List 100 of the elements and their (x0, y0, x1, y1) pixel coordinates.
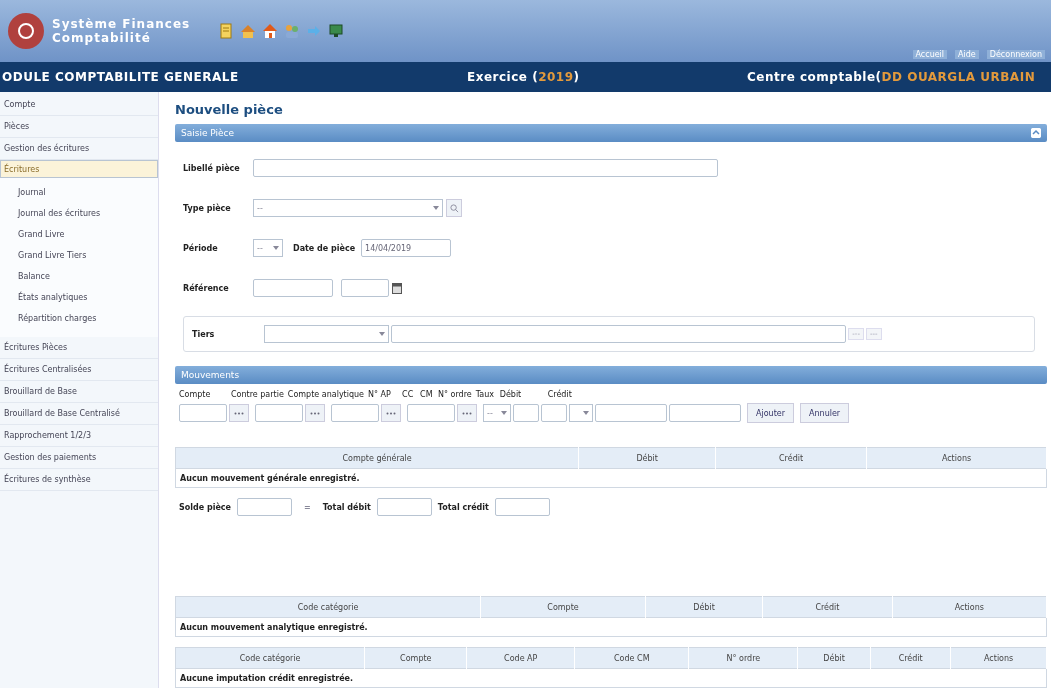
column-header: Compte (364, 647, 467, 669)
sidebar-subitem[interactable]: Balance (14, 266, 158, 287)
sidebar-item[interactable]: Gestion des paiements (0, 447, 158, 469)
field-label: Libellé pièce (183, 163, 241, 173)
credit-field[interactable] (669, 404, 741, 422)
sidebar-subitem[interactable]: États analytiques (14, 287, 158, 308)
dropdown[interactable] (569, 404, 593, 422)
text-field[interactable] (341, 279, 389, 297)
sidebar-item[interactable]: Écritures (0, 160, 158, 178)
page-title: Nouvelle pièce (175, 102, 284, 117)
column-label: Compte analytique (287, 390, 365, 399)
dropdown[interactable]: -- (253, 239, 283, 257)
column-header: Compte (480, 596, 646, 618)
panel-title: Mouvements (181, 370, 240, 380)
caret-icon (583, 411, 589, 415)
text-field[interactable] (253, 159, 718, 177)
column-label: CM (420, 390, 434, 399)
action-button[interactable]: Annuler (800, 403, 850, 423)
column-label: Taux (475, 390, 495, 399)
house-icon[interactable] (240, 23, 257, 39)
column-header: Actions (866, 447, 1047, 469)
column-header: Code catégorie (175, 647, 365, 669)
logo-icon (8, 13, 44, 49)
dropdown[interactable] (264, 325, 390, 343)
ellipsis-icon (310, 411, 320, 415)
field-label: Total crédit (437, 502, 489, 512)
browse-button[interactable] (457, 404, 477, 422)
column-header: Code catégorie (175, 596, 481, 618)
account-field[interactable] (255, 404, 303, 422)
account-field[interactable] (407, 404, 455, 422)
ellipsis-icon (386, 411, 396, 415)
sidebar-item[interactable]: Compte (0, 94, 158, 116)
equals-sign: = (304, 502, 311, 512)
exercise-label: Exercice (2019) (467, 70, 581, 84)
calendar-icon[interactable] (392, 282, 402, 294)
app-title: Système Finances (52, 17, 191, 31)
empty-message: Aucun mouvement générale enregistré. (175, 468, 1047, 488)
empty-message: Aucune imputation crédit enregistrée. (175, 668, 1047, 688)
sidebar-subitem[interactable]: Journal (14, 182, 158, 203)
column-header: Crédit (715, 447, 867, 469)
caret-icon (379, 332, 386, 336)
text-field[interactable] (253, 279, 333, 297)
total-field[interactable] (237, 498, 292, 516)
sidebar-subitem[interactable]: Journal des écritures (14, 203, 158, 224)
monitor-icon[interactable] (328, 23, 345, 39)
column-header: Crédit (762, 596, 893, 618)
column-label: N° ordre (438, 390, 472, 399)
module-title: ODULE COMPTABILITE GENERALE (1, 70, 240, 84)
column-label: N° AP (368, 390, 392, 399)
sidebar-subitem[interactable]: Répartition charges (14, 308, 158, 329)
total-field[interactable] (494, 498, 550, 516)
collapse-icon[interactable] (1031, 128, 1041, 138)
sidebar-item[interactable]: Écritures de synthèse (0, 469, 158, 491)
sidebar-subitem[interactable]: Grand Livre Tiers (14, 245, 158, 266)
field-label: Date de pièce (293, 243, 356, 253)
column-header: Actions (950, 647, 1047, 669)
caret-icon (273, 246, 279, 250)
centre-label: Centre comptable(DD OUARGLA URBAIN (747, 70, 1036, 84)
column-header: N° ordre (688, 647, 798, 669)
action-button[interactable]: Ajouter (747, 403, 794, 423)
browse-button[interactable] (381, 404, 401, 422)
debit-field[interactable] (595, 404, 667, 422)
account-field[interactable] (331, 404, 379, 422)
total-field[interactable] (376, 498, 432, 516)
home-icon[interactable] (262, 23, 279, 39)
search-icon (449, 203, 459, 213)
sidebar-item[interactable]: Écritures Pièces (0, 337, 158, 359)
dropdown[interactable]: -- (483, 404, 511, 422)
document-icon[interactable] (218, 23, 235, 39)
field-label: Total débit (322, 502, 371, 512)
sidebar-item[interactable]: Brouillard de Base Centralisé (0, 403, 158, 425)
browse-button[interactable] (305, 404, 325, 422)
sidebar-subitem[interactable]: Grand Livre (14, 224, 158, 245)
dropdown[interactable]: -- (253, 199, 443, 217)
sidebar-item[interactable]: Pièces (0, 116, 158, 138)
field-label: Solde pièce (179, 502, 231, 512)
ellipsis-icon (462, 411, 472, 415)
field-label: Tiers (192, 329, 215, 339)
column-label: Compte (179, 390, 212, 399)
panel-title: Saisie Pièce (181, 128, 235, 138)
sidebar-item[interactable]: Brouillard de Base (0, 381, 158, 403)
search-button[interactable] (446, 199, 462, 217)
column-label: Contre partie (231, 390, 284, 399)
field-label: Période (183, 243, 219, 253)
text-field[interactable] (391, 325, 847, 343)
sidebar-item[interactable]: Rapprochement 1/2/3 (0, 425, 158, 447)
app-subtitle: Comptabilité (52, 31, 152, 45)
empty-message: Aucun mouvement analytique enregistré. (175, 617, 1047, 637)
column-header: Code AP (466, 647, 575, 669)
browse-button[interactable] (229, 404, 249, 422)
sidebar-item[interactable]: Écritures Centralisées (0, 359, 158, 381)
field-label: Type pièce (183, 203, 232, 213)
account-field[interactable] (179, 404, 227, 422)
ellipsis-icon (234, 411, 244, 415)
date-field[interactable]: 14/04/2019 (361, 239, 452, 257)
people-icon[interactable] (284, 23, 301, 39)
text-field[interactable] (541, 404, 567, 422)
text-field[interactable] (513, 404, 539, 422)
column-header: Débit (578, 447, 716, 469)
column-label: CC (402, 390, 415, 399)
